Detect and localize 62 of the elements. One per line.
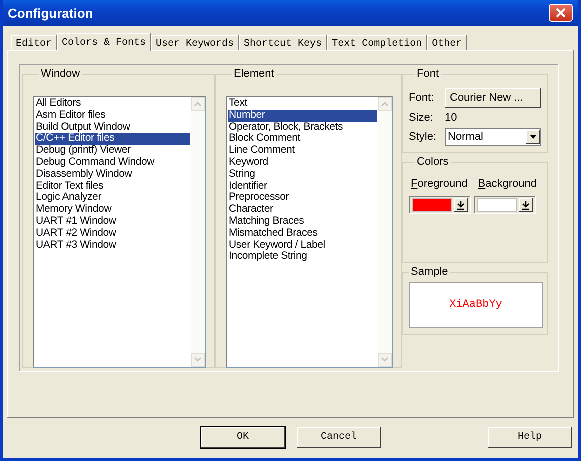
close-icon [556,8,566,18]
field-label: Background [478,178,537,190]
field-label: Size: [409,112,434,124]
list-item[interactable]: Text [228,98,377,110]
list-item[interactable]: C/C++ Editor files [35,133,190,146]
list-item[interactable]: Character [228,204,377,216]
dialog-button[interactable]: Cancel [297,427,381,448]
font-button[interactable]: Courier New ... [445,88,541,108]
down-arrow-icon [457,200,465,210]
dropdown-button[interactable] [454,198,468,212]
tab[interactable]: Text Completion [327,35,428,50]
field-label: Foreground [411,178,468,190]
list-item[interactable]: String [228,168,377,181]
list-item[interactable]: Build Output Window [35,122,190,134]
group-title: Sample [410,266,450,278]
list-item[interactable]: Mismatched Braces [228,228,377,240]
list-item[interactable]: Line Comment [228,145,377,157]
group-title: Element [233,68,276,80]
field-label: Style: [409,131,438,143]
field-label: Font: [409,92,436,104]
color-picker[interactable] [409,196,471,214]
list-item[interactable]: Asm Editor files [35,110,190,122]
list-item[interactable]: Operator, Block, Brackets [228,122,377,134]
dropdown-button[interactable] [526,130,540,144]
color-picker[interactable] [474,196,536,214]
size-value: 10 [445,112,458,124]
dropdown-value: Normal [448,131,484,143]
tab[interactable]: Other [427,35,468,50]
list-item[interactable]: UART #2 Window [35,228,190,240]
sample-preview: XiAaBbYy [409,282,543,328]
group-title: Font [416,68,440,80]
list-item[interactable]: Number [228,110,377,122]
list-item[interactable]: Preprocessor [228,192,377,204]
dialog-button[interactable]: OK [201,427,285,448]
list-item[interactable]: User Keyword / Label [228,240,377,252]
list-item[interactable]: Debug Command Window [35,156,190,169]
tab[interactable]: Editor [11,35,58,50]
list-item[interactable]: UART #3 Window [35,240,190,252]
dialog-button[interactable]: Help [488,427,572,448]
group-title: Window [40,68,82,80]
list-item[interactable]: Debug (printf) Viewer [35,145,190,157]
tab[interactable]: Shortcut Keys [239,35,328,50]
down-arrow-icon [522,200,530,210]
list-item[interactable]: Matching Braces [228,216,377,228]
window-title: Configuration [8,6,94,20]
style-dropdown[interactable]: Normal [445,128,541,146]
list-item[interactable]: Memory Window [35,204,190,216]
list-item[interactable]: All Editors [35,98,190,110]
group-title: Colors [416,156,450,168]
list-item[interactable]: Incomplete String [228,251,377,264]
list-item[interactable]: UART #1 Window [35,216,190,228]
list-item[interactable]: Logic Analyzer [35,192,190,204]
tab[interactable]: User Keywords [151,35,240,50]
list-item[interactable]: Keyword [228,156,377,169]
list-item[interactable]: Editor Text files [35,180,190,192]
list-item[interactable]: Block Comment [228,133,377,146]
caret-icon [530,135,536,139]
list-item[interactable]: Identifier [228,180,377,192]
tab[interactable]: Colors & Fonts [57,33,152,51]
close-button[interactable] [549,4,573,22]
dropdown-button[interactable] [519,198,533,212]
list-item[interactable]: Disassembly Window [35,168,190,181]
